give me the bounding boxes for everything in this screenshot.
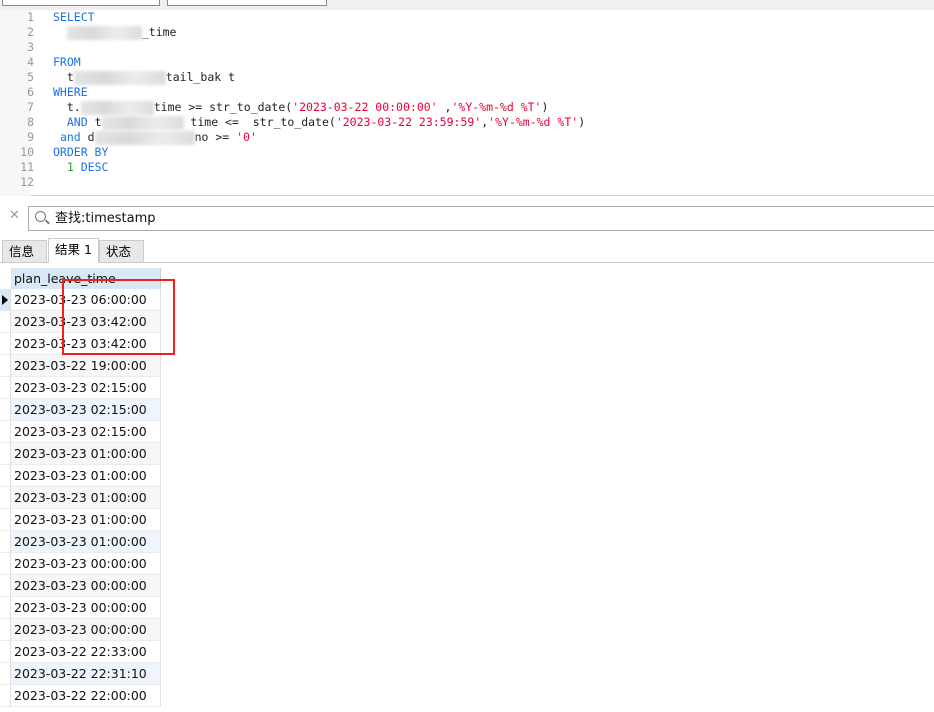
result-tabs: 信息 结果 1 状态 xyxy=(0,238,934,263)
row-indicator[interactable] xyxy=(0,575,11,597)
tab-info[interactable]: 信息 xyxy=(2,240,47,263)
code-token: '2023-03-22 23:59:59' xyxy=(335,115,482,129)
row-indicator[interactable] xyxy=(0,399,11,421)
code-token: 1 xyxy=(66,160,74,174)
row-indicator[interactable] xyxy=(0,443,11,465)
line-number: 5 xyxy=(27,70,34,84)
row-indicator[interactable] xyxy=(0,685,11,707)
search-input[interactable]: 查找:timestamp xyxy=(28,206,934,231)
code-token: ) xyxy=(541,100,549,114)
tab-status[interactable]: 状态 xyxy=(99,240,144,263)
code-token: '2023-03-22 00:00:00' xyxy=(292,100,438,114)
code-token: AND xyxy=(66,115,88,129)
row-indicator[interactable] xyxy=(0,663,11,685)
code-token: ) xyxy=(578,115,586,129)
table-cell[interactable]: 2023-03-23 01:00:00 xyxy=(11,443,161,465)
query-tab[interactable] xyxy=(167,0,327,6)
row-indicator[interactable] xyxy=(0,377,11,399)
line-number: 3 xyxy=(27,40,34,54)
row-indicator[interactable] xyxy=(0,597,11,619)
code-token: WHERE xyxy=(53,85,88,99)
line-number: 8 xyxy=(27,115,34,129)
table-cell[interactable]: 2023-03-23 02:15:00 xyxy=(11,399,161,421)
table-cell[interactable]: 2023-03-23 01:00:00 xyxy=(11,487,161,509)
code-token: SELECT xyxy=(53,10,95,24)
row-indicator[interactable] xyxy=(0,531,11,553)
sql-editor[interactable]: 1 SELECT 2 _time 3 4 FROM 5 t tail_bak t 6 W… xyxy=(0,10,934,196)
code-token: '%Y-%m-%d %T' xyxy=(488,115,579,129)
line-number: 4 xyxy=(27,55,34,69)
row-indicator[interactable] xyxy=(0,553,11,575)
table-cell[interactable]: 2023-03-22 22:33:00 xyxy=(11,641,161,663)
code-token: '%Y-%m-%d %T' xyxy=(451,100,542,114)
table-cell[interactable]: 2023-03-22 19:00:00 xyxy=(11,355,161,377)
row-indicator[interactable] xyxy=(0,289,11,311)
table-cell[interactable]: 2023-03-23 00:00:00 xyxy=(11,597,161,619)
row-indicator[interactable] xyxy=(0,619,11,641)
row-indicator[interactable] xyxy=(0,355,11,377)
code-token: FROM xyxy=(53,55,81,69)
redacted-block xyxy=(101,115,184,130)
row-indicator[interactable] xyxy=(0,465,11,487)
search-value: 查找:timestamp xyxy=(55,211,156,226)
table-cell[interactable]: 2023-03-23 00:00:00 xyxy=(11,575,161,597)
row-indicator[interactable] xyxy=(0,487,11,509)
line-number: 2 xyxy=(27,25,34,39)
table-cell[interactable]: 2023-03-22 22:31:10 xyxy=(11,663,161,685)
table-cell[interactable]: 2023-03-22 22:00:00 xyxy=(11,685,161,707)
line-number: 6 xyxy=(27,85,34,99)
row-indicator[interactable] xyxy=(0,311,11,333)
window-tab-strip xyxy=(0,0,934,10)
code-token: no >= xyxy=(194,130,237,144)
code-token: , xyxy=(437,100,452,114)
table-cell[interactable]: 2023-03-23 00:00:00 xyxy=(11,619,161,641)
code-token: _time xyxy=(141,25,177,39)
code-token: and xyxy=(59,130,81,144)
line-number: 12 xyxy=(20,175,34,189)
line-number: 10 xyxy=(20,145,34,159)
code-token: t. xyxy=(66,100,81,114)
redacted-block xyxy=(66,25,142,40)
table-cell[interactable]: 2023-03-23 00:00:00 xyxy=(11,553,161,575)
search-icon xyxy=(35,211,46,222)
highlight-box xyxy=(62,279,175,355)
table-cell[interactable]: 2023-03-23 01:00:00 xyxy=(11,509,161,531)
current-row-arrow-icon xyxy=(2,295,8,305)
row-indicator[interactable] xyxy=(0,641,11,663)
code-token: time <= str_to_date( xyxy=(183,115,336,129)
table-cell[interactable]: 2023-03-23 01:00:00 xyxy=(11,531,161,553)
table-cell[interactable]: 2023-03-23 02:15:00 xyxy=(11,421,161,443)
table-cell[interactable]: 2023-03-23 02:15:00 xyxy=(11,377,161,399)
code-token: time >= str_to_date( xyxy=(153,100,293,114)
line-number: 11 xyxy=(20,160,34,174)
code-token: t xyxy=(87,115,102,129)
redacted-block xyxy=(80,100,154,115)
tab-result-1[interactable]: 结果 1 xyxy=(48,238,99,263)
code-token: DESC xyxy=(73,160,109,174)
code-token: '0' xyxy=(236,130,257,144)
line-number: 7 xyxy=(27,100,34,114)
line-number: 9 xyxy=(27,130,34,144)
code-token: t xyxy=(66,70,74,84)
code-token: d xyxy=(80,130,95,144)
code-token: tail_bak t xyxy=(165,70,236,84)
redacted-block xyxy=(73,70,166,85)
redacted-block xyxy=(94,130,195,145)
row-indicator[interactable] xyxy=(0,421,11,443)
line-number: 1 xyxy=(27,10,34,24)
row-indicator[interactable] xyxy=(0,509,11,531)
query-tab[interactable] xyxy=(2,0,160,6)
code-token: ORDER BY xyxy=(53,145,109,159)
table-cell[interactable]: 2023-03-23 01:00:00 xyxy=(11,465,161,487)
close-search-icon[interactable]: ✕ xyxy=(9,208,20,223)
row-indicator[interactable] xyxy=(0,333,11,355)
